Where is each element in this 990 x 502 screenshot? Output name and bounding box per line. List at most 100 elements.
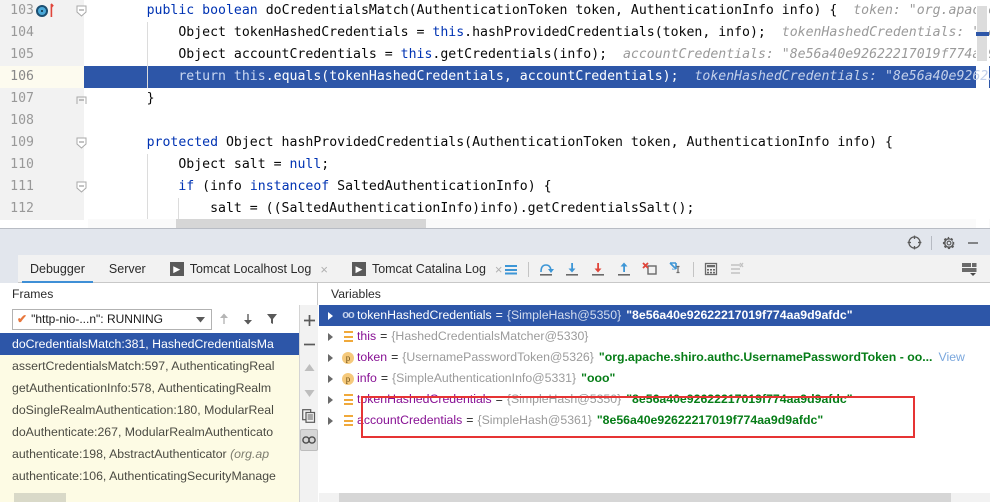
variable-row[interactable]: accountCredentials = {SimpleHash@5361} "8e5… (319, 410, 990, 431)
frames-toolbar[interactable]: ✔ "http-nio-...n": RUNNING (0, 305, 318, 333)
code-lines[interactable]: 103 public boolean doCredentialsMatch(Au… (0, 0, 990, 228)
variables-horizontal-scrollbar[interactable] (319, 493, 990, 502)
code-line[interactable]: 104 Object tokenHashedCredentials = this… (0, 22, 990, 44)
run-to-cursor-icon[interactable] (663, 255, 689, 283)
code-line[interactable]: 103 public boolean doCredentialsMatch(Au… (0, 0, 990, 22)
variable-row[interactable]: this = {HashedCredentialsMatcher@5330} (319, 326, 990, 347)
minus-icon[interactable] (300, 333, 318, 355)
code-text[interactable]: return this.equals(tokenHashedCredential… (84, 66, 990, 88)
debug-tab-bar[interactable]: Debugger Server ▶ Tomcat Localhost Log × ▶ Tom… (0, 255, 990, 283)
line-number[interactable]: 112 (0, 198, 84, 220)
view-value-link[interactable]: View (938, 347, 964, 368)
line-number[interactable]: 111 (0, 176, 84, 198)
debugger-layout-actions[interactable] (956, 255, 982, 283)
tab-tomcat-localhost-log[interactable]: ▶ Tomcat Localhost Log × (158, 255, 340, 283)
line-number[interactable]: 109 (0, 132, 84, 154)
layout-settings-icon[interactable] (956, 255, 982, 283)
step-over-icon[interactable] (533, 255, 559, 283)
plus-icon[interactable] (300, 309, 318, 331)
show-execution-point-icon[interactable] (498, 255, 524, 283)
expand-triangle-icon[interactable] (321, 374, 339, 383)
evaluate-expression-icon[interactable] (698, 255, 724, 283)
line-number[interactable]: 104 (0, 22, 84, 44)
code-line[interactable]: 111 if (info instanceof SaltedAuthentica… (0, 176, 990, 198)
watch-oo-icon[interactable] (300, 429, 318, 451)
frame-list-item[interactable]: doCredentialsMatch:381, HashedCredential… (0, 333, 299, 355)
expand-triangle-icon[interactable] (321, 353, 339, 362)
chevron-down-icon[interactable] (196, 312, 205, 326)
expand-triangle-icon[interactable] (321, 416, 339, 425)
line-number[interactable]: 107 (0, 88, 84, 110)
editor-hscroll-thumb[interactable] (176, 219, 426, 228)
expand-triangle-icon[interactable] (321, 311, 339, 320)
tab-tomcat-catalina-log[interactable]: ▶ Tomcat Catalina Log × (340, 255, 515, 283)
copy-icon[interactable] (300, 405, 318, 427)
thread-selector[interactable]: ✔ "http-nio-...n": RUNNING (12, 308, 212, 330)
code-text[interactable]: Object tokenHashedCredentials = this.has… (84, 22, 990, 44)
tab-debugger[interactable]: Debugger (18, 255, 97, 283)
debugger-toolbar[interactable] (498, 255, 750, 283)
variable-row[interactable]: p token = {UsernamePasswordToken@5326} "org.… (319, 347, 990, 368)
equals-sign: = (391, 350, 399, 364)
crosshair-target-icon[interactable] (903, 232, 925, 254)
arrow-down-icon[interactable] (236, 307, 260, 331)
code-text[interactable] (84, 110, 91, 132)
code-line[interactable]: 108 (0, 110, 990, 132)
move-down-icon[interactable] (300, 381, 318, 403)
code-text[interactable]: salt = ((SaltedAuthenticationInfo)info).… (84, 198, 694, 220)
line-number[interactable]: 105 (0, 44, 84, 66)
gear-icon[interactable] (938, 232, 960, 254)
code-line[interactable]: 112 salt = ((SaltedAuthenticationInfo)in… (0, 198, 990, 220)
tab-list[interactable]: Debugger Server ▶ Tomcat Localhost Log × ▶ Tom… (18, 255, 514, 283)
variable-type: {HashedCredentialsMatcher@5330} (391, 329, 589, 343)
filter-funnel-icon[interactable] (260, 307, 284, 331)
variable-row[interactable]: tokenHashedCredentials = {SimpleHash@5350}… (319, 389, 990, 410)
minimize-icon[interactable] (962, 232, 984, 254)
code-text[interactable]: protected Object hashProvidedCredentials… (84, 132, 893, 154)
frames-horizontal-scrollbar[interactable] (0, 493, 299, 502)
expand-triangle-icon[interactable] (321, 395, 339, 404)
code-line[interactable]: 106 return this.equals(tokenHashedCreden… (0, 66, 990, 88)
code-line[interactable]: 109 protected Object hashProvidedCredent… (0, 132, 990, 154)
drop-frame-icon[interactable] (637, 255, 663, 283)
frame-list-item[interactable]: authenticate:106, AuthenticatingSecurity… (0, 465, 299, 487)
frame-list-item[interactable]: authenticate:198, AbstractAuthenticator … (0, 443, 299, 465)
tab-server[interactable]: Server (97, 255, 158, 283)
variable-row[interactable]: oo tokenHashedCredentials = {SimpleHash@535… (319, 305, 990, 326)
tab-label: Debugger (30, 262, 85, 276)
code-line[interactable]: 107 } (0, 88, 990, 110)
code-text[interactable]: if (info instanceof SaltedAuthentication… (84, 176, 551, 198)
variables-list[interactable]: oo tokenHashedCredentials = {SimpleHash@535… (319, 305, 990, 493)
step-into-icon[interactable] (559, 255, 585, 283)
variable-value: "8e56a40e92622217019f774aa9d9afdc" (626, 308, 853, 322)
method-override-icon[interactable] (36, 5, 48, 17)
line-number[interactable]: 106 (0, 66, 84, 88)
code-text[interactable]: Object salt = null; (84, 154, 329, 176)
line-number[interactable]: 110 (0, 154, 84, 176)
step-out-icon[interactable] (611, 255, 637, 283)
expand-triangle-icon[interactable] (321, 332, 339, 341)
force-step-into-icon[interactable] (585, 255, 611, 283)
frame-list-item[interactable]: doSingleRealmAuthentication:180, Modular… (0, 399, 299, 421)
variables-side-toolbar[interactable] (299, 305, 318, 502)
variable-row[interactable]: p info = {SimpleAuthenticationInfo@5331} "oo… (319, 368, 990, 389)
settings-threads-icon[interactable] (724, 255, 750, 283)
line-number[interactable]: 108 (0, 110, 84, 132)
code-editor[interactable]: 103 public boolean doCredentialsMatch(Au… (0, 0, 990, 228)
code-text[interactable]: Object accountCredentials = this.getCred… (84, 44, 990, 66)
editor-horizontal-scrollbar[interactable] (88, 219, 990, 228)
variables-hscroll-thumb[interactable] (339, 493, 951, 502)
frames-list[interactable]: doCredentialsMatch:381, HashedCredential… (0, 333, 299, 493)
close-icon[interactable]: × (320, 263, 328, 276)
frames-hscroll-thumb[interactable] (14, 493, 66, 502)
editor-vertical-scrollbar[interactable] (976, 0, 989, 228)
code-text[interactable]: } (84, 88, 155, 110)
code-line[interactable]: 110 Object salt = null; (0, 154, 990, 176)
frame-list-item[interactable]: getAuthenticationInfo:578, Authenticatin… (0, 377, 299, 399)
frame-list-item[interactable]: assertCredentialsMatch:597, Authenticati… (0, 355, 299, 377)
arrow-up-icon[interactable] (212, 307, 236, 331)
frame-list-item[interactable]: doAuthenticate:267, ModularRealmAuthenti… (0, 421, 299, 443)
move-up-icon[interactable] (300, 357, 318, 379)
code-text[interactable]: public boolean doCredentialsMatch(Authen… (84, 0, 990, 22)
code-line[interactable]: 105 Object accountCredentials = this.get… (0, 44, 990, 66)
